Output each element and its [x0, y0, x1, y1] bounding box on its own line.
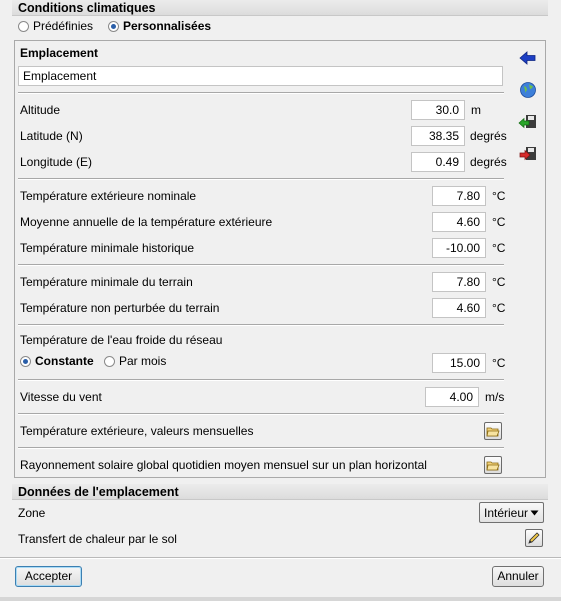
wind-speed-label: Vitesse du vent [20, 390, 102, 404]
site-data-header: Données de l'emplacement [12, 484, 548, 500]
separator [18, 178, 504, 180]
back-button[interactable] [518, 48, 538, 68]
annual-temp-label: Moyenne annuelle de la température extér… [20, 215, 273, 229]
wind-speed-input[interactable]: 4.00 [425, 387, 479, 407]
back-arrow-icon [519, 51, 536, 65]
longitude-unit: degrés [470, 155, 507, 169]
wind-speed-unit: m/s [485, 390, 505, 404]
dropdown-arrow-icon [530, 510, 539, 516]
ground-transfer-edit-button[interactable] [525, 529, 543, 547]
predefined-label[interactable]: Prédéfinies [33, 19, 93, 33]
folder-icon [486, 461, 500, 471]
min-historic-temp-label: Température minimale historique [20, 241, 195, 255]
accept-button[interactable]: Accepter [15, 566, 82, 587]
solar-radiation-folder-button[interactable] [484, 456, 502, 474]
separator [18, 92, 504, 94]
edit-pencil-icon [528, 532, 540, 544]
water-monthly-label[interactable]: Par mois [119, 354, 166, 368]
globe-icon [520, 82, 536, 98]
cancel-button[interactable]: Annuler [492, 566, 544, 587]
predefined-radio[interactable] [18, 21, 29, 32]
nominal-temp-input[interactable]: 7.80 [432, 186, 486, 206]
min-historic-temp-input[interactable]: -10.00 [432, 238, 486, 258]
longitude-label: Longitude (E) [20, 155, 93, 169]
bottom-separator [0, 557, 561, 559]
import-button[interactable] [518, 112, 538, 132]
zone-select-value: Intérieur [484, 506, 529, 520]
zone-select[interactable]: Intérieur [479, 502, 544, 523]
zone-label: Zone [18, 506, 46, 520]
water-constant-label[interactable]: Constante [35, 354, 94, 368]
climate-conditions-header: Conditions climatiques [12, 0, 548, 16]
ground-min-temp-input[interactable]: 7.80 [432, 272, 486, 292]
water-temp-label: Température de l'eau froide du réseau [20, 333, 223, 347]
separator [18, 447, 504, 449]
separator [18, 379, 504, 381]
solar-radiation-label: Rayonnement solaire global quotidien moy… [20, 458, 427, 472]
location-title: Emplacement [20, 46, 99, 60]
annual-temp-unit: °C [492, 215, 506, 229]
latitude-input[interactable]: 38.35 [411, 126, 465, 146]
separator [18, 324, 504, 326]
nominal-temp-unit: °C [492, 189, 506, 203]
water-constant-radio[interactable] [20, 356, 31, 367]
altitude-label: Altitude [20, 103, 61, 117]
water-temp-input[interactable]: 15.00 [432, 353, 486, 373]
ground-min-temp-unit: °C [492, 275, 506, 289]
location-name-input[interactable]: Emplacement [18, 66, 503, 86]
separator [18, 413, 504, 415]
export-icon [519, 147, 536, 161]
export-button[interactable] [518, 144, 538, 164]
ground-min-temp-label: Température minimale du terrain [20, 275, 193, 289]
latitude-label: Latitude (N) [20, 129, 83, 143]
separator [18, 264, 504, 266]
ground-transfer-label: Transfert de chaleur par le sol [18, 532, 177, 546]
latitude-unit: degrés [470, 129, 507, 143]
nominal-temp-label: Température extérieure nominale [20, 189, 197, 203]
annual-temp-input[interactable]: 4.60 [432, 212, 486, 232]
folder-icon [486, 427, 500, 437]
monthly-temp-label: Température extérieure, valeurs mensuell… [20, 424, 254, 438]
custom-radio[interactable] [108, 21, 119, 32]
water-temp-unit: °C [492, 356, 506, 370]
altitude-input[interactable]: 30.0 [411, 100, 465, 120]
ground-undisturbed-temp-label: Température non perturbée du terrain [20, 301, 220, 315]
custom-label[interactable]: Personnalisées [123, 19, 211, 33]
longitude-input[interactable]: 0.49 [411, 152, 465, 172]
ground-undisturbed-temp-input[interactable]: 4.60 [432, 298, 486, 318]
altitude-unit: m [471, 103, 481, 117]
globe-button[interactable] [518, 80, 538, 100]
ground-undisturbed-temp-unit: °C [492, 301, 506, 315]
window-bottom-edge [0, 597, 561, 601]
water-monthly-radio[interactable] [104, 356, 115, 367]
import-icon [518, 115, 536, 129]
monthly-temp-folder-button[interactable] [484, 422, 502, 440]
min-historic-temp-unit: °C [492, 241, 506, 255]
